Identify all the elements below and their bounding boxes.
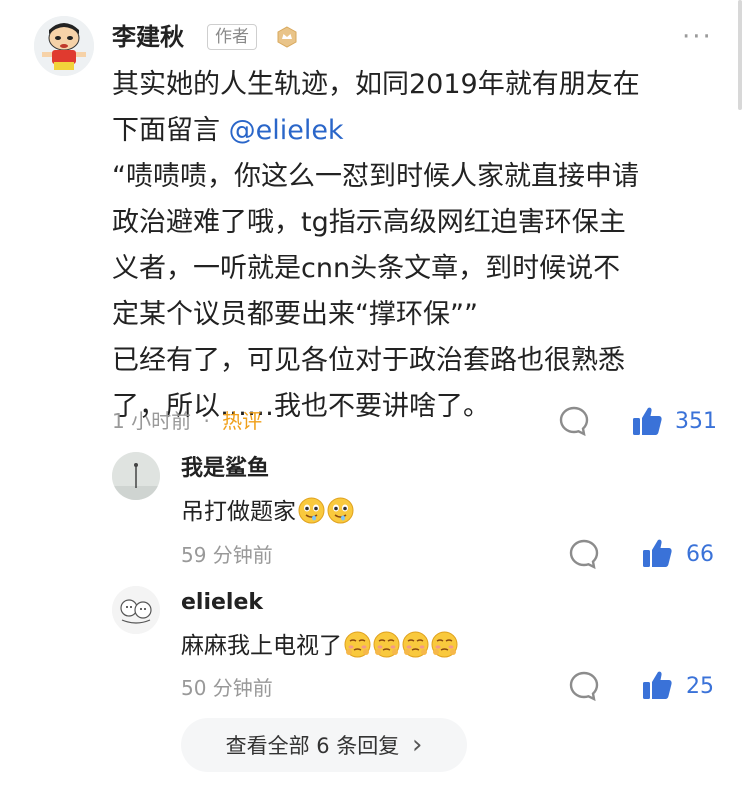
- more-options-icon[interactable]: ···: [682, 22, 713, 52]
- drooling-face-icon: [327, 497, 354, 524]
- like-count: 351: [675, 409, 717, 434]
- like-icon[interactable]: [631, 405, 663, 437]
- reply-author[interactable]: elielek: [181, 588, 263, 618]
- meta-separator: ·: [203, 409, 210, 433]
- like-icon[interactable]: [641, 537, 673, 569]
- reply-avatar[interactable]: [112, 586, 160, 634]
- reply-time: 50 分钟前: [181, 676, 273, 700]
- like-count: 66: [686, 542, 714, 567]
- reply-icon[interactable]: [558, 405, 590, 437]
- reply-avatar[interactable]: [112, 452, 160, 500]
- pleading-face-icon: [344, 631, 371, 658]
- drooling-face-icon: [298, 497, 325, 524]
- view-all-replies-button[interactable]: 查看全部 6 条回复 ›: [181, 718, 467, 772]
- author-avatar[interactable]: [34, 16, 94, 76]
- pleading-face-icon: [431, 631, 458, 658]
- comment-meta: 1 小时前 · 热评: [112, 407, 262, 435]
- scrollbar[interactable]: [738, 0, 742, 110]
- reply-icon[interactable]: [568, 670, 600, 702]
- comment-time: 1 小时前: [112, 409, 192, 433]
- reply-author[interactable]: 我是鲨鱼: [181, 454, 269, 484]
- view-all-label: 查看全部 6 条回复: [225, 734, 400, 758]
- reply-text: 吊打做题家: [181, 496, 354, 528]
- pleading-face-icon: [373, 631, 400, 658]
- level-badge-icon: [276, 26, 298, 48]
- pleading-face-icon: [402, 631, 429, 658]
- like-count: 25: [686, 674, 714, 699]
- author-name[interactable]: 李建秋: [112, 20, 184, 54]
- comment-text: 其实她的人生轨迹，如同2019年就有朋友在 下面留言 @elielek “啧啧啧…: [112, 69, 640, 422]
- reply-time: 59 分钟前: [181, 543, 273, 567]
- author-tag: 作者: [207, 24, 257, 50]
- like-icon[interactable]: [641, 669, 673, 701]
- reply-text: 麻麻我上电视了: [181, 630, 458, 662]
- reply-icon[interactable]: [568, 538, 600, 570]
- hot-comment-label: 热评: [222, 409, 263, 433]
- chevron-right-icon: ›: [412, 730, 423, 760]
- mention-link[interactable]: @elielek: [229, 115, 344, 146]
